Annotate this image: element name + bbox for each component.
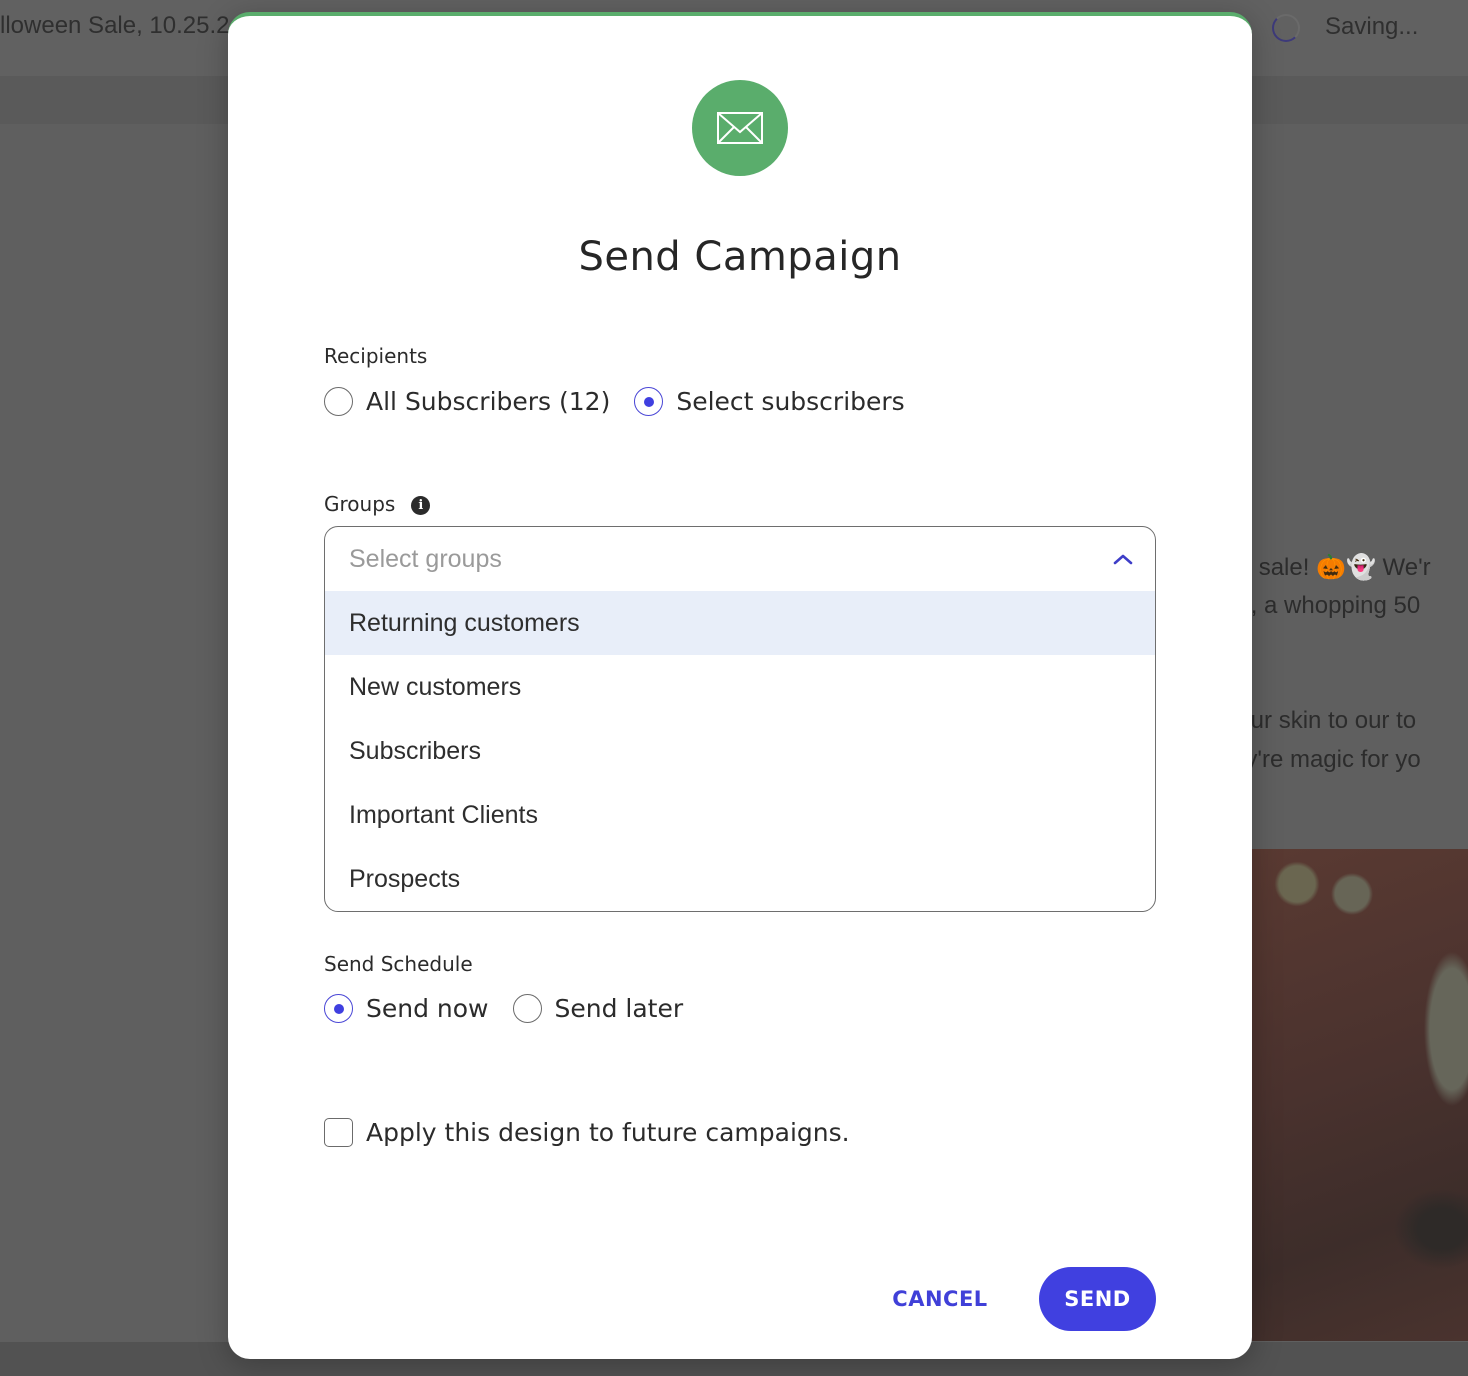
send-campaign-modal: Send Campaign Recipients All Subscribers… [228, 12, 1252, 1359]
send-later-radio[interactable]: Send later [512, 994, 684, 1023]
saving-status: Saving... [1325, 13, 1419, 40]
campaign-title: lloween Sale, 10.25.2 [0, 12, 230, 39]
saving-spinner-icon [1272, 14, 1300, 42]
envelope-icon [692, 80, 788, 176]
groups-placeholder: Select groups [349, 544, 502, 573]
recipients-label: Recipients [324, 344, 428, 368]
send-schedule-radio-group: Send now Send later [324, 994, 707, 1023]
groups-select-input[interactable]: Select groups [325, 527, 1155, 591]
group-option-returning-customers[interactable]: Returning customers [325, 591, 1155, 655]
send-schedule-label: Send Schedule [324, 952, 473, 976]
groups-label-row: Groups i [324, 492, 431, 516]
groups-label: Groups [324, 492, 396, 516]
chevron-up-icon[interactable] [1113, 549, 1133, 569]
group-option-new-customers[interactable]: New customers [325, 655, 1155, 719]
radio-checked-icon[interactable] [634, 387, 664, 416]
recipients-radio-group: All Subscribers (12) Select subscribers [324, 387, 929, 416]
group-option-prospects[interactable]: Prospects [325, 847, 1155, 911]
recipients-select-subscribers-radio[interactable]: Select subscribers [634, 387, 905, 416]
radio-label: Send later [554, 994, 684, 1023]
apply-design-label: Apply this design to future campaigns. [366, 1118, 850, 1147]
radio-checked-icon[interactable] [324, 994, 353, 1023]
radio-label: Select subscribers [676, 387, 905, 416]
group-option-subscribers[interactable]: Subscribers [325, 719, 1155, 783]
email-hero-image [1252, 849, 1468, 1341]
apply-design-checkbox[interactable] [324, 1118, 353, 1147]
apply-design-checkbox-row[interactable]: Apply this design to future campaigns. [324, 1118, 850, 1147]
info-icon[interactable]: i [411, 496, 431, 515]
send-now-radio[interactable]: Send now [324, 994, 489, 1023]
recipients-all-subscribers-radio[interactable]: All Subscribers (12) [324, 387, 610, 416]
groups-dropdown[interactable]: Select groups Returning customers New cu… [324, 526, 1156, 912]
radio-unchecked-icon[interactable] [512, 994, 542, 1023]
cancel-button[interactable]: CANCEL [880, 1267, 1000, 1331]
send-button[interactable]: SEND [1039, 1267, 1156, 1331]
radio-label: All Subscribers (12) [366, 387, 611, 416]
radio-label: Send now [366, 994, 489, 1023]
group-option-important-clients[interactable]: Important Clients [325, 783, 1155, 847]
modal-title: Send Campaign [578, 234, 902, 280]
radio-unchecked-icon[interactable] [324, 387, 353, 416]
